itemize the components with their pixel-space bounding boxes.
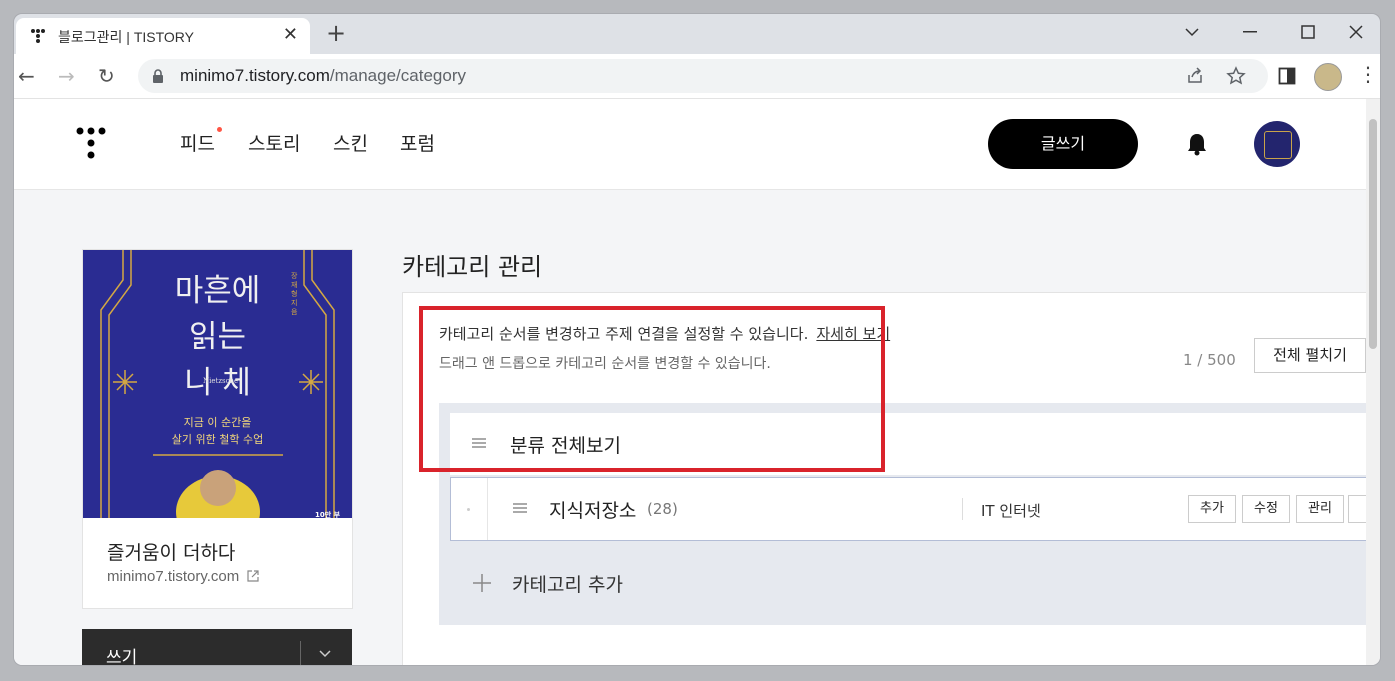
url-text: minimo7.tistory.com/manage/category — [180, 66, 466, 85]
blog-url[interactable]: minimo7.tistory.com — [107, 568, 260, 585]
drag-handle-icon[interactable] — [513, 503, 527, 515]
add-category-row[interactable]: 카테고리 추가 — [450, 553, 1366, 613]
dot-icon — [467, 508, 470, 511]
new-tab-icon[interactable]: + — [326, 19, 346, 47]
browser-tab[interactable]: 블로그관리 | TISTORY ✕ — [16, 18, 310, 54]
nav-story[interactable]: 스토리 — [248, 129, 300, 156]
write-post-button[interactable]: 글쓰기 — [988, 119, 1138, 169]
profile-avatar[interactable] — [1314, 63, 1342, 91]
plus-icon — [473, 574, 491, 592]
bell-icon[interactable] — [1186, 132, 1208, 156]
divider — [962, 498, 963, 520]
side-panel-icon[interactable] — [1278, 67, 1296, 85]
blog-card: 마흔에 읽는 니 체 장재형 지음 Nietzsche 지금 이 순간을 살기 … — [82, 249, 353, 609]
chevron-down-icon[interactable] — [318, 649, 332, 659]
back-icon[interactable]: ← — [18, 64, 35, 88]
tistory-favicon-icon — [31, 29, 45, 43]
manage-category-button[interactable]: 관리 — [1296, 495, 1344, 523]
nav-skin[interactable]: 스킨 — [333, 129, 368, 156]
minimize-icon[interactable] — [1222, 14, 1278, 50]
sidebar-write-bar: 쓰기 — [82, 629, 352, 665]
expand-all-button[interactable]: 전체 펼치기 — [1254, 338, 1366, 373]
category-name: 지식저장소 — [549, 500, 637, 522]
blog-name[interactable]: 즐거움이 더하다 — [107, 538, 235, 565]
category-count: 1 / 500 — [1183, 351, 1236, 369]
page-scrollbar[interactable] — [1366, 99, 1380, 665]
site-header: 피드 스토리 스킨 포럼 글쓰기 — [14, 99, 1366, 190]
book-author: 장재형 지음 — [291, 272, 298, 316]
tistory-logo-icon[interactable] — [76, 127, 108, 161]
menu-kebab-icon[interactable]: ⋮ — [1358, 62, 1378, 86]
reload-icon[interactable]: ↻ — [98, 64, 115, 88]
category-topic: IT 인터넷 — [981, 502, 1041, 520]
nav-forum[interactable]: 포럼 — [400, 129, 435, 156]
move-category-button[interactable]: 이 — [1348, 495, 1366, 523]
book-badge: 10만 부 — [315, 511, 341, 518]
close-window-icon[interactable] — [1328, 14, 1380, 50]
book-nietzsche: Nietzsche — [203, 377, 239, 385]
browser-toolbar: ← → ↻ minimo7.tistory.com/manage/categor… — [14, 54, 1380, 99]
edit-category-button[interactable]: 수정 — [1242, 495, 1290, 523]
close-tab-icon[interactable]: ✕ — [283, 24, 298, 45]
scroll-thumb[interactable] — [1369, 119, 1377, 349]
address-bar[interactable]: minimo7.tistory.com/manage/category — [138, 59, 1268, 93]
tab-title: 블로그관리 | TISTORY — [58, 29, 194, 45]
user-avatar[interactable] — [1254, 121, 1300, 167]
highlight-annotation-box — [419, 306, 885, 472]
nav-feed[interactable]: 피드 — [180, 129, 215, 156]
page-title: 카테고리 관리 — [402, 253, 543, 281]
tab-search-icon[interactable] — [1164, 14, 1220, 50]
book-subtitle: 지금 이 순간을 살기 위한 철학 수업 — [171, 416, 264, 446]
book-title: 마흔에 읽는 니 체 — [174, 273, 261, 401]
forward-icon[interactable]: → — [58, 64, 75, 88]
external-link-icon — [247, 570, 260, 582]
lock-icon — [153, 69, 163, 83]
category-post-count: (28) — [647, 500, 678, 518]
add-category-label: 카테고리 추가 — [512, 574, 623, 596]
sidebar-write-button[interactable]: 쓰기 — [106, 643, 137, 665]
blog-cover-image: 마흔에 읽는 니 체 장재형 지음 Nietzsche 지금 이 순간을 살기 … — [83, 250, 352, 518]
notification-dot — [217, 127, 222, 132]
bookmark-star-icon[interactable] — [1226, 66, 1246, 86]
divider — [300, 641, 301, 665]
share-icon[interactable] — [1186, 67, 1204, 85]
category-row[interactable]: 지식저장소 (28) IT 인터넷 추가 수정 관리 이 — [450, 477, 1366, 541]
add-subcategory-button[interactable]: 추가 — [1188, 495, 1236, 523]
